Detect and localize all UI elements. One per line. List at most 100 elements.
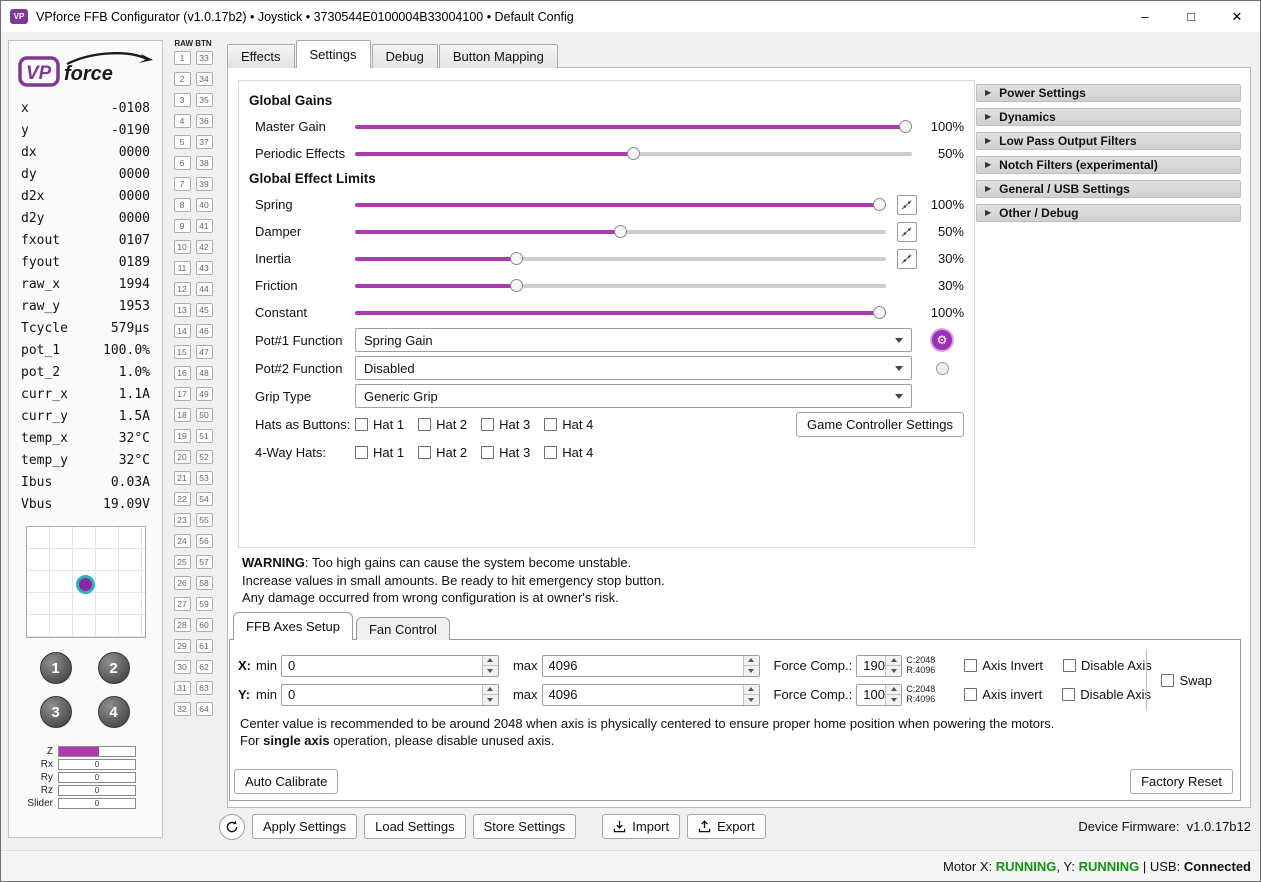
x-axis-invert-checkbox[interactable]: Axis Invert bbox=[964, 658, 1043, 673]
spin-up-button[interactable] bbox=[482, 655, 498, 666]
x-force-comp-input[interactable]: 190 bbox=[856, 654, 903, 677]
inertia-slider[interactable] bbox=[355, 250, 886, 268]
load-settings-button[interactable]: Load Settings bbox=[364, 814, 466, 839]
accordion-power-settings[interactable]: ▶ Power Settings bbox=[976, 84, 1241, 102]
checkbox[interactable] bbox=[1062, 688, 1076, 701]
damper-slider[interactable] bbox=[355, 223, 886, 241]
slider-thumb[interactable] bbox=[510, 278, 524, 292]
inertia-curve-editor-button[interactable] bbox=[897, 248, 917, 269]
auto-calibrate-button[interactable]: Auto Calibrate bbox=[234, 769, 339, 794]
y-force-comp-input[interactable]: 100 bbox=[856, 683, 903, 706]
spin-down-button[interactable] bbox=[482, 666, 498, 676]
slider-thumb[interactable] bbox=[627, 146, 640, 160]
spin-down-button[interactable] bbox=[886, 666, 902, 676]
y-max-input[interactable]: 4096 bbox=[541, 683, 760, 706]
slider-thumb[interactable] bbox=[873, 305, 886, 319]
tab-debug[interactable]: Debug bbox=[371, 44, 438, 68]
raw-btn-15: 15 bbox=[173, 345, 191, 359]
x-min-input[interactable]: 0 bbox=[280, 654, 499, 677]
friction-slider[interactable] bbox=[355, 277, 886, 295]
accordion-notch-filters-experimental[interactable]: ▶ Notch Filters (experimental) bbox=[976, 156, 1241, 174]
periodic-effects-slider[interactable] bbox=[355, 145, 912, 163]
slider-row-inertia: Inertia 30% bbox=[249, 245, 964, 272]
checkbox[interactable] bbox=[964, 688, 978, 701]
checkbox[interactable] bbox=[481, 417, 495, 431]
checkbox-hat-3[interactable]: Hat 3 bbox=[481, 417, 530, 432]
spin-down-button[interactable] bbox=[482, 695, 498, 705]
slider-thumb[interactable] bbox=[899, 119, 912, 133]
spin-up-button[interactable] bbox=[743, 684, 759, 695]
checkbox[interactable] bbox=[418, 445, 432, 459]
pot-1-function-select[interactable]: Spring Gain bbox=[355, 328, 912, 352]
checkbox-hat-2[interactable]: Hat 2 bbox=[418, 417, 467, 432]
spin-up-button[interactable] bbox=[743, 655, 759, 666]
export-button[interactable]: Export bbox=[687, 814, 766, 839]
spring-curve-editor-button[interactable] bbox=[897, 194, 917, 215]
swap-checkbox[interactable]: Swap bbox=[1161, 673, 1212, 688]
y-disable-axis-checkbox[interactable]: Disable Axis bbox=[1062, 687, 1151, 702]
grip-type-select[interactable]: Generic Grip bbox=[355, 384, 912, 408]
checkbox[interactable] bbox=[481, 445, 495, 459]
checkbox[interactable] bbox=[544, 445, 558, 459]
slider-thumb[interactable] bbox=[510, 251, 524, 265]
pot-2-function-select[interactable]: Disabled bbox=[355, 356, 912, 380]
slider-thumb[interactable] bbox=[873, 197, 886, 211]
accordion-low-pass-output-filters[interactable]: ▶ Low Pass Output Filters bbox=[976, 132, 1241, 150]
tab-effects[interactable]: Effects bbox=[227, 44, 295, 68]
checkbox[interactable] bbox=[964, 659, 978, 672]
checkbox[interactable] bbox=[1161, 673, 1175, 687]
raw-btn-40: 40 bbox=[195, 198, 213, 212]
x-disable-axis-checkbox[interactable]: Disable Axis bbox=[1062, 658, 1152, 673]
factory-reset-button[interactable]: Factory Reset bbox=[1130, 769, 1233, 794]
tab-button-mapping[interactable]: Button Mapping bbox=[438, 44, 558, 68]
spin-up-button[interactable] bbox=[886, 684, 902, 695]
pot-gear-icon[interactable]: ⚙ bbox=[930, 328, 954, 352]
raw-btn-24: 24 bbox=[173, 534, 191, 548]
accordion-label: Power Settings bbox=[999, 86, 1086, 100]
spring-slider[interactable] bbox=[355, 196, 886, 214]
game-controller-settings-button[interactable]: Game Controller Settings bbox=[796, 411, 964, 437]
damper-curve-editor-button[interactable] bbox=[897, 221, 917, 242]
master-gain-slider[interactable] bbox=[355, 118, 912, 136]
slider-thumb[interactable] bbox=[614, 224, 627, 238]
checkbox-hat-3[interactable]: Hat 3 bbox=[481, 445, 530, 460]
raw-btn-62: 62 bbox=[195, 660, 213, 674]
tab-fan-control[interactable]: Fan Control bbox=[355, 617, 450, 640]
warning-line3: Any damage occurred from wrong configura… bbox=[242, 590, 619, 605]
y-min-input[interactable]: 0 bbox=[280, 683, 499, 706]
tab-ffb-axes-setup[interactable]: FFB Axes Setup bbox=[233, 612, 353, 640]
tab-settings[interactable]: Settings bbox=[295, 40, 371, 68]
spin-up-button[interactable] bbox=[886, 655, 902, 666]
checkbox[interactable] bbox=[418, 417, 432, 431]
close-button[interactable]: ✕ bbox=[1214, 1, 1260, 32]
checkbox[interactable] bbox=[355, 445, 368, 459]
x-max-input[interactable]: 4096 bbox=[541, 654, 760, 677]
store-settings-button[interactable]: Store Settings bbox=[472, 814, 577, 839]
spin-up-button[interactable] bbox=[482, 684, 498, 695]
checkbox[interactable] bbox=[355, 417, 368, 431]
refresh-button[interactable] bbox=[219, 813, 245, 840]
raw-btn-23: 23 bbox=[173, 513, 191, 527]
spin-down-button[interactable] bbox=[743, 666, 759, 676]
apply-settings-button[interactable]: Apply Settings bbox=[252, 814, 358, 839]
checkbox[interactable] bbox=[544, 417, 558, 431]
minimize-button[interactable]: – bbox=[1122, 1, 1168, 32]
telemetry-row-y: y -0190 bbox=[21, 120, 150, 142]
checkbox-hat-1[interactable]: Hat 1 bbox=[355, 445, 404, 460]
spin-down-button[interactable] bbox=[886, 695, 902, 705]
checkbox[interactable] bbox=[1062, 659, 1076, 672]
import-button[interactable]: Import bbox=[602, 814, 681, 839]
checkbox-hat-2[interactable]: Hat 2 bbox=[418, 445, 467, 460]
center-range-readout: C:2048 R:4096 bbox=[906, 684, 948, 704]
accordion-dynamics[interactable]: ▶ Dynamics bbox=[976, 108, 1241, 126]
constant-slider[interactable] bbox=[355, 304, 886, 322]
accordion-other-debug[interactable]: ▶ Other / Debug bbox=[976, 204, 1241, 222]
checkbox-hat-4[interactable]: Hat 4 bbox=[544, 417, 593, 432]
spin-down-button[interactable] bbox=[743, 695, 759, 705]
maximize-button[interactable]: □ bbox=[1168, 1, 1214, 32]
accordion-general-usb-settings[interactable]: ▶ General / USB Settings bbox=[976, 180, 1241, 198]
checkbox-hat-1[interactable]: Hat 1 bbox=[355, 417, 404, 432]
y-axis-invert-checkbox[interactable]: Axis invert bbox=[964, 687, 1042, 702]
raw-btn-38: 38 bbox=[195, 156, 213, 170]
checkbox-hat-4[interactable]: Hat 4 bbox=[544, 445, 593, 460]
